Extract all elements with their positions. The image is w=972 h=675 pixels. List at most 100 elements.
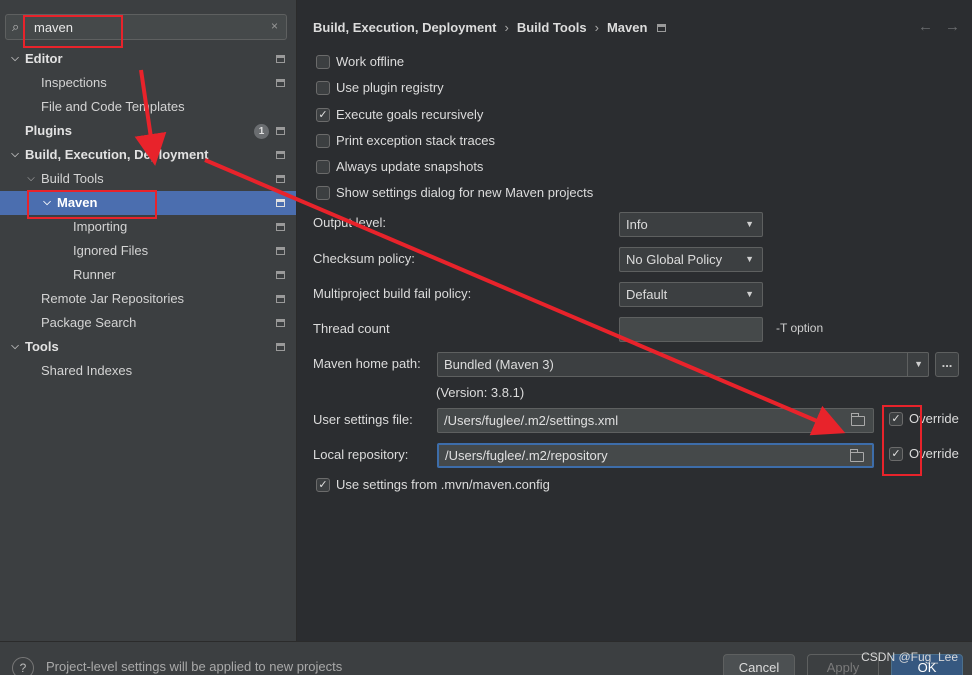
checkbox-label: Show settings dialog for new Maven proje…	[336, 185, 594, 200]
clear-search-icon[interactable]: ×	[271, 19, 278, 33]
chevron-down-icon[interactable]: ▼	[914, 353, 923, 376]
checkbox-label: Print exception stack traces	[336, 133, 495, 148]
settings-page-icon	[276, 247, 285, 255]
chevron-down-icon[interactable]: ⌵	[41, 191, 53, 215]
tree-label: Editor	[25, 51, 63, 66]
breadcrumb-item: Build Tools	[516, 20, 587, 35]
override-user-settings-checkbox[interactable]: ✓	[889, 412, 903, 426]
folder-icon[interactable]	[850, 449, 864, 462]
output-level-select[interactable]: Info ▼	[619, 212, 763, 237]
work-offline-checkbox[interactable]	[316, 55, 330, 69]
tree-item-build-tools[interactable]: ⌵ Build Tools	[0, 167, 296, 191]
folder-icon[interactable]	[851, 413, 865, 426]
search-input[interactable]	[34, 18, 264, 36]
input-value: /Users/fuglee/.m2/repository	[445, 448, 608, 463]
checksum-policy-select[interactable]: No Global Policy ▼	[619, 247, 763, 272]
t-option-hint: -T option	[776, 321, 824, 335]
tree-item-editor[interactable]: ⌵ Editor	[0, 47, 296, 71]
select-value: No Global Policy	[626, 252, 723, 267]
combobox-divider	[907, 353, 908, 376]
tree-item-build-execution-deployment[interactable]: ⌵ Build, Execution, Deployment	[0, 143, 296, 167]
settings-page-icon	[657, 24, 667, 32]
tree-item-shared-indexes[interactable]: Shared Indexes	[0, 359, 296, 383]
settings-page-icon	[276, 175, 285, 183]
settings-sidebar: ⌕ × ⌵ Editor Inspections File and Code T…	[0, 0, 297, 641]
breadcrumb: Build, Execution, Deployment › Build Tools…	[313, 19, 667, 37]
settings-page-icon	[276, 343, 285, 351]
tree-item-ignored-files[interactable]: Ignored Files	[0, 239, 296, 263]
checkbox-label: Use plugin registry	[336, 80, 444, 95]
chevron-down-icon[interactable]: ⌵	[9, 47, 21, 71]
back-arrow-icon[interactable]: ←	[918, 18, 933, 35]
chevron-down-icon: ▼	[745, 289, 754, 299]
maven-home-label: Maven home path:	[313, 356, 421, 371]
print-stack-traces-checkbox[interactable]	[316, 134, 330, 148]
tree-item-maven[interactable]: ⌵ Maven	[0, 191, 296, 215]
use-mvn-config-checkbox[interactable]: ✓	[316, 478, 330, 492]
watermark: CSDN @Fug_Lee	[861, 650, 958, 664]
plugin-registry-checkbox[interactable]	[316, 81, 330, 95]
select-value: Info	[626, 217, 648, 232]
chevron-down-icon[interactable]: ⌵	[25, 167, 37, 191]
tree-item-runner[interactable]: Runner	[0, 263, 296, 287]
tree-label: Build, Execution, Deployment	[25, 147, 209, 162]
settings-tree: ⌵ Editor Inspections File and Code Templ…	[0, 47, 296, 383]
input-value: /Users/fuglee/.m2/settings.xml	[444, 413, 619, 428]
tree-item-file-templates[interactable]: File and Code Templates	[0, 95, 296, 119]
tree-item-importing[interactable]: Importing	[0, 215, 296, 239]
chevron-down-icon[interactable]: ⌵	[9, 143, 21, 167]
breadcrumb-separator: ›	[504, 20, 509, 35]
tree-label: File and Code Templates	[41, 99, 185, 114]
settings-search-box[interactable]: ⌕ ×	[5, 14, 287, 40]
thread-count-label: Thread count	[313, 321, 390, 336]
cancel-button[interactable]: Cancel	[723, 654, 795, 675]
chevron-down-icon[interactable]: ⌵	[9, 335, 21, 359]
tree-item-tools[interactable]: ⌵ Tools	[0, 335, 296, 359]
tree-label: Package Search	[41, 315, 137, 330]
tree-item-remote-jar-repositories[interactable]: Remote Jar Repositories	[0, 287, 296, 311]
maven-settings-panel: Build, Execution, Deployment › Build Tools…	[297, 0, 972, 641]
select-value: Default	[626, 287, 668, 302]
settings-page-icon	[276, 199, 285, 207]
override-local-repository-checkbox[interactable]: ✓	[889, 447, 903, 461]
show-settings-dialog-checkbox[interactable]	[316, 186, 330, 200]
tree-label: Remote Jar Repositories	[41, 291, 185, 306]
checkbox-label: Always update snapshots	[336, 159, 484, 174]
settings-page-icon	[276, 271, 285, 279]
checkbox-label: Execute goals recursively	[336, 107, 484, 122]
settings-page-icon	[276, 295, 285, 303]
tree-label: Ignored Files	[73, 243, 149, 258]
checkbox-label: Override	[909, 446, 959, 461]
dialog-footer: ? Project-level settings will be applied…	[0, 641, 972, 675]
combobox-value: Bundled (Maven 3)	[444, 357, 554, 372]
tree-item-plugins[interactable]: Plugins 1	[0, 119, 296, 143]
maven-home-combobox[interactable]: Bundled (Maven 3) ▼	[437, 352, 929, 377]
settings-page-icon	[276, 319, 285, 327]
browse-maven-home-button[interactable]: ...	[935, 352, 959, 377]
fail-policy-select[interactable]: Default ▼	[619, 282, 763, 307]
thread-count-input[interactable]	[619, 317, 763, 342]
history-navigation: ← →	[906, 18, 960, 35]
checkbox-label: Work offline	[336, 54, 405, 69]
search-icon: ⌕	[12, 19, 20, 34]
settings-page-icon	[276, 55, 285, 63]
local-repository-input[interactable]: /Users/fuglee/.m2/repository	[437, 443, 874, 468]
fail-policy-label: Multiproject build fail policy:	[313, 286, 472, 301]
breadcrumb-item: Maven	[606, 20, 648, 35]
chevron-down-icon: ▼	[745, 219, 754, 229]
breadcrumb-separator: ›	[594, 20, 599, 35]
forward-arrow-icon[interactable]: →	[945, 18, 960, 35]
tree-label: Inspections	[41, 75, 107, 90]
user-settings-input[interactable]: /Users/fuglee/.m2/settings.xml	[437, 408, 874, 433]
tree-item-package-search[interactable]: Package Search	[0, 311, 296, 335]
tree-label: Build Tools	[41, 171, 104, 186]
settings-page-icon	[276, 223, 285, 231]
tree-item-inspections[interactable]: Inspections	[0, 71, 296, 95]
chevron-down-icon: ▼	[745, 254, 754, 264]
tree-label: Plugins	[25, 123, 72, 138]
help-icon[interactable]: ?	[12, 657, 34, 675]
update-snapshots-checkbox[interactable]	[316, 160, 330, 174]
tree-label: Runner	[73, 267, 116, 282]
execute-goals-recursively-checkbox[interactable]: ✓	[316, 108, 330, 122]
tree-label: Importing	[73, 219, 128, 234]
